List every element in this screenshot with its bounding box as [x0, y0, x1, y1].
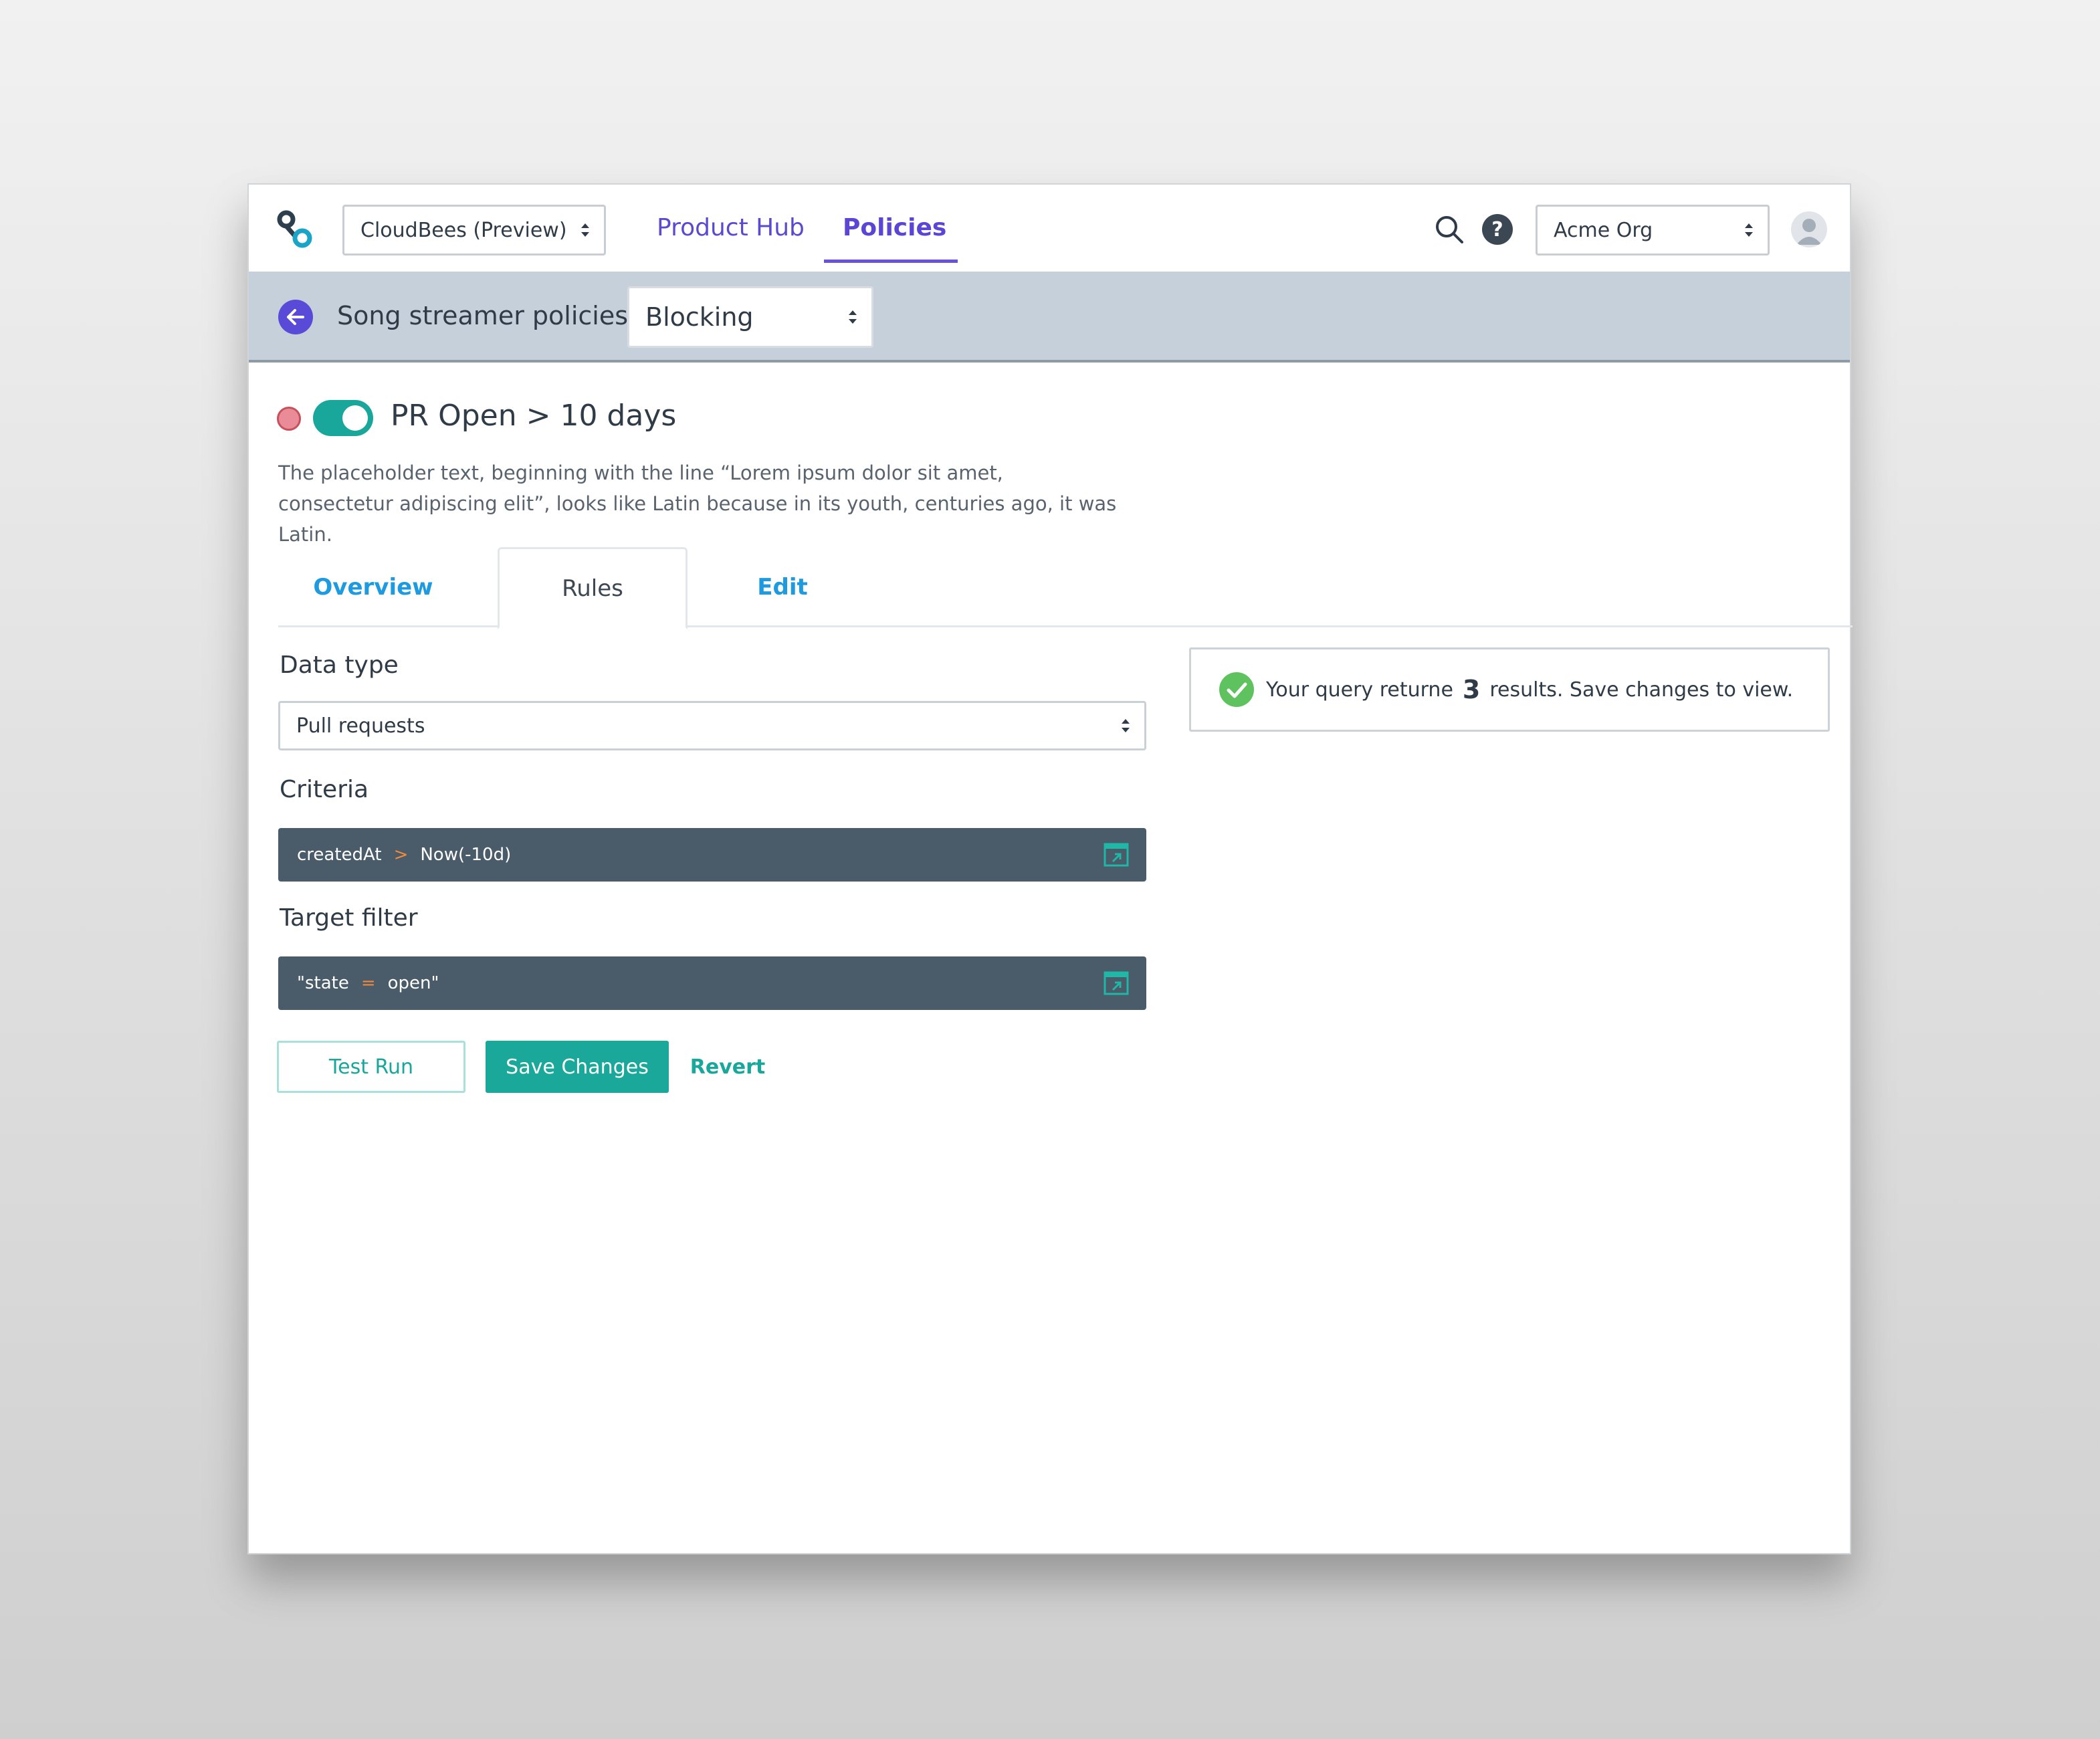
tab-edit[interactable]: Edit	[688, 547, 877, 627]
target-field: "state	[297, 973, 349, 993]
criteria-operator: >	[393, 845, 409, 865]
policy-group-title: Song streamer policies	[337, 301, 629, 330]
policy-group-bar: Song streamer policies Blocking	[249, 272, 1850, 363]
nav-policies[interactable]: Policies	[843, 214, 946, 241]
tab-rules[interactable]: Rules	[498, 547, 688, 629]
top-header: CloudBees (Preview) Product Hub Policies…	[249, 185, 1850, 272]
select-caret-icon	[581, 223, 589, 237]
policy-enabled-toggle[interactable]	[313, 400, 373, 436]
check-icon	[1219, 672, 1254, 707]
data-type-value: Pull requests	[296, 714, 425, 738]
target-operator: =	[360, 973, 376, 993]
revert-button[interactable]: Revert	[688, 1041, 768, 1093]
target-filter-label: Target filter	[280, 904, 418, 932]
org-select-value: Acme Org	[1554, 218, 1653, 242]
test-run-button[interactable]: Test Run	[277, 1041, 465, 1093]
query-result-panel: Your query returne 3 results. Save chang…	[1189, 647, 1830, 732]
criteria-editor[interactable]: createdAt > Now(-10d)	[278, 828, 1146, 882]
enforcement-mode-select[interactable]: Blocking	[627, 286, 873, 348]
avatar[interactable]	[1791, 211, 1827, 247]
toggle-knob	[342, 405, 368, 431]
expand-icon[interactable]	[1104, 971, 1129, 995]
app-logo-icon[interactable]	[276, 210, 316, 250]
data-type-select[interactable]: Pull requests	[278, 701, 1146, 750]
search-icon[interactable]	[1433, 213, 1466, 246]
target-value: open"	[387, 973, 439, 993]
select-caret-icon	[849, 310, 857, 324]
criteria-field: createdAt	[297, 845, 382, 865]
help-glyph: ?	[1491, 217, 1503, 241]
enforcement-mode-value: Blocking	[645, 302, 754, 332]
org-select[interactable]: Acme Org	[1536, 205, 1770, 255]
policy-title: PR Open > 10 days	[391, 399, 677, 433]
back-arrow-icon	[287, 309, 304, 325]
nav-active-indicator	[824, 260, 958, 263]
policy-tabs: Overview Rules Edit	[278, 547, 1853, 629]
expand-icon[interactable]	[1104, 843, 1129, 867]
tab-overview[interactable]: Overview	[278, 547, 468, 627]
avatar-icon	[1796, 219, 1822, 245]
result-suffix: results. Save changes to view.	[1489, 678, 1794, 702]
product-select[interactable]: CloudBees (Preview)	[342, 205, 606, 255]
policy-status-indicator	[277, 407, 301, 431]
policy-description: The placeholder text, beginning with the…	[278, 462, 1117, 546]
select-caret-icon	[1745, 223, 1753, 237]
data-type-label: Data type	[280, 651, 399, 679]
help-icon[interactable]: ?	[1482, 214, 1513, 245]
criteria-label: Criteria	[280, 776, 369, 803]
select-caret-icon	[1122, 719, 1130, 732]
back-button[interactable]	[278, 300, 313, 334]
criteria-value: Now(-10d)	[420, 845, 512, 865]
result-prefix: Your query returne	[1266, 678, 1453, 702]
save-changes-button[interactable]: Save Changes	[486, 1041, 669, 1093]
target-filter-editor[interactable]: "state = open"	[278, 956, 1146, 1010]
app-window: CloudBees (Preview) Product Hub Policies…	[247, 183, 1853, 1554]
result-count: 3	[1462, 675, 1481, 704]
nav-product-hub[interactable]: Product Hub	[657, 214, 805, 241]
product-select-value: CloudBees (Preview)	[360, 218, 567, 242]
